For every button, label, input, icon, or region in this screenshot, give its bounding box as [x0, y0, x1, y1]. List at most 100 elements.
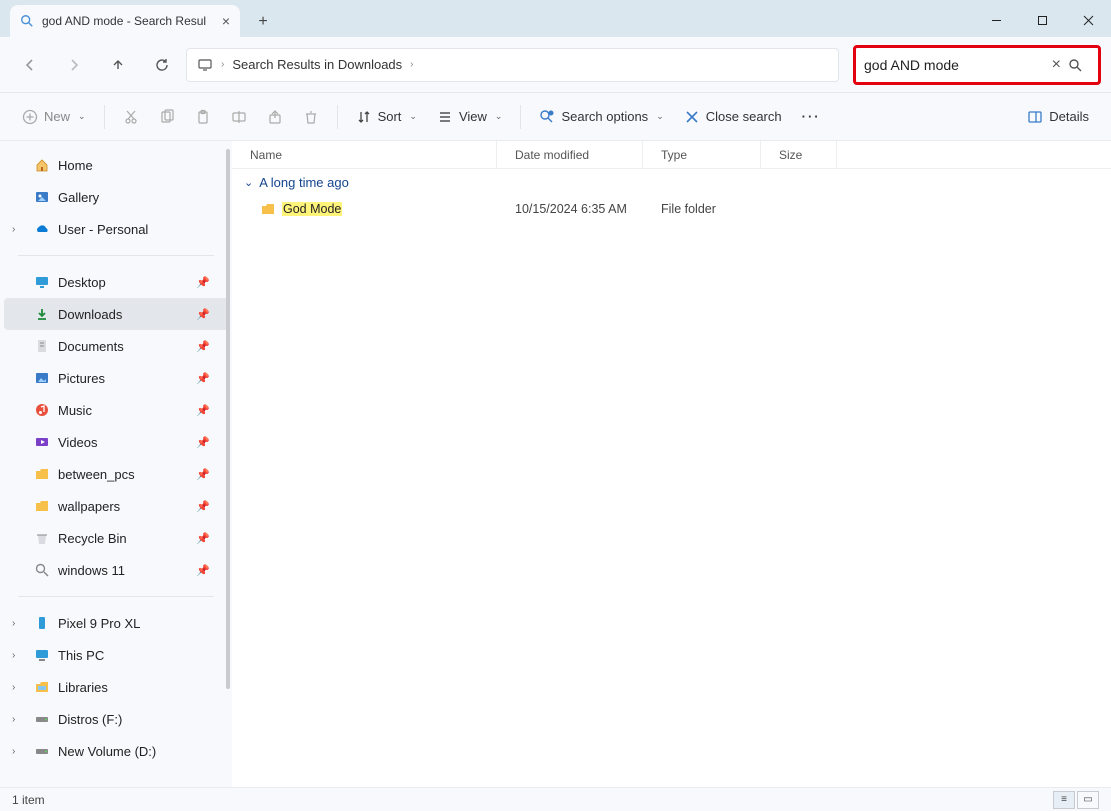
clear-search-icon[interactable]: ×: [1045, 56, 1068, 74]
details-view-button[interactable]: ≡: [1053, 791, 1075, 809]
close-window-button[interactable]: [1065, 3, 1111, 37]
copy-icon: [159, 109, 175, 125]
forward-button[interactable]: [54, 45, 94, 85]
sidebar-item-this-pc[interactable]: ›This PC: [4, 639, 228, 671]
chevron-right-icon[interactable]: ›: [12, 650, 15, 661]
cut-button[interactable]: [113, 103, 149, 131]
pin-icon[interactable]: 📌: [196, 404, 210, 417]
sidebar-item-user-personal[interactable]: ›User - Personal: [4, 213, 228, 245]
pin-icon[interactable]: 📌: [196, 468, 210, 481]
chevron-right-icon[interactable]: ›: [410, 59, 413, 70]
search-icon: [20, 14, 34, 28]
separator: [18, 596, 214, 597]
more-button[interactable]: ···: [792, 103, 831, 130]
result-row[interactable]: God Mode10/15/2024 6:35 AMFile folder: [232, 196, 1111, 222]
pin-icon[interactable]: 📌: [196, 532, 210, 545]
sidebar-item-gallery[interactable]: Gallery: [4, 181, 228, 213]
sort-label: Sort: [378, 109, 402, 124]
rename-button[interactable]: [221, 103, 257, 131]
sidebar-item-new-volume-d-[interactable]: › New Volume (D:): [4, 735, 228, 767]
sidebar-item-recycle-bin[interactable]: Recycle Bin 📌: [4, 522, 228, 554]
up-button[interactable]: [98, 45, 138, 85]
sidebar-item-documents[interactable]: Documents📌: [4, 330, 228, 362]
search-box[interactable]: ×: [853, 45, 1101, 85]
search-icon[interactable]: [1068, 58, 1091, 72]
paste-icon: [195, 109, 211, 125]
maximize-button[interactable]: [1019, 3, 1065, 37]
pin-icon[interactable]: 📌: [196, 372, 210, 385]
sidebar-item-label: Pixel 9 Pro XL: [58, 616, 140, 631]
paste-button[interactable]: [185, 103, 221, 131]
chevron-right-icon[interactable]: ›: [12, 224, 15, 235]
main: HomeGallery›User - PersonalDesktop📌Downl…: [0, 141, 1111, 787]
sidebar-item-home[interactable]: Home: [4, 149, 228, 181]
close-search-button[interactable]: Close search: [674, 103, 792, 131]
sort-button[interactable]: Sort⌄: [346, 103, 427, 131]
sidebar-item-libraries[interactable]: ›Libraries: [4, 671, 228, 703]
sidebar-item-label: Home: [58, 158, 93, 173]
sidebar-item-between-pcs[interactable]: between_pcs📌: [4, 458, 228, 490]
copy-button[interactable]: [149, 103, 185, 131]
view-button[interactable]: View⌄: [427, 103, 513, 131]
folder-icon: [34, 498, 50, 514]
group-header[interactable]: ⌄ A long time ago: [232, 169, 1111, 196]
sidebar-item-downloads[interactable]: Downloads 📌: [4, 298, 228, 330]
chevron-right-icon[interactable]: ›: [221, 59, 224, 70]
search-options-button[interactable]: Search options⌄: [529, 103, 673, 131]
sidebar-item-videos[interactable]: Videos📌: [4, 426, 228, 458]
col-date[interactable]: Date modified: [497, 141, 643, 168]
details-pane-icon: [1027, 109, 1043, 125]
new-tab-button[interactable]: +: [248, 7, 278, 37]
pin-icon[interactable]: 📌: [196, 436, 210, 449]
col-name[interactable]: Name: [232, 141, 497, 168]
browser-tab[interactable]: god AND mode - Search Resul ×: [10, 5, 240, 37]
phone-icon: [34, 615, 50, 631]
separator: [104, 105, 105, 129]
desktop-icon: [34, 274, 50, 290]
cut-icon: [123, 109, 139, 125]
share-button[interactable]: [257, 103, 293, 131]
pin-icon[interactable]: 📌: [196, 308, 210, 321]
sidebar-item-pixel-9-pro-xl[interactable]: › Pixel 9 Pro XL: [4, 607, 228, 639]
new-button[interactable]: New⌄: [12, 103, 96, 131]
sort-icon: [356, 109, 372, 125]
share-icon: [267, 109, 283, 125]
sidebar-item-music[interactable]: Music📌: [4, 394, 228, 426]
chevron-right-icon[interactable]: ›: [12, 746, 15, 757]
back-button[interactable]: [10, 45, 50, 85]
search-input[interactable]: [864, 57, 1045, 73]
drive-icon: [34, 743, 50, 759]
minimize-button[interactable]: [973, 3, 1019, 37]
sidebar-item-label: windows 11: [58, 563, 125, 578]
chevron-right-icon[interactable]: ›: [12, 714, 15, 725]
address-bar[interactable]: › Search Results in Downloads ›: [186, 48, 839, 82]
sidebar-item-distros-f-[interactable]: ›Distros (F:): [4, 703, 228, 735]
sidebar-item-desktop[interactable]: Desktop📌: [4, 266, 228, 298]
sidebar-item-pictures[interactable]: Pictures📌: [4, 362, 228, 394]
plus-circle-icon: [22, 109, 38, 125]
pin-icon[interactable]: 📌: [196, 276, 210, 289]
pin-icon[interactable]: 📌: [196, 500, 210, 513]
large-icons-view-button[interactable]: ▭: [1077, 791, 1099, 809]
address-path[interactable]: Search Results in Downloads: [232, 57, 402, 72]
close-tab-icon[interactable]: ×: [222, 13, 230, 29]
col-size[interactable]: Size: [761, 141, 837, 168]
pin-icon[interactable]: 📌: [196, 340, 210, 353]
col-type[interactable]: Type: [643, 141, 761, 168]
chevron-right-icon[interactable]: ›: [12, 682, 15, 693]
gallery-icon: [34, 189, 50, 205]
sidebar-item-wallpapers[interactable]: wallpapers📌: [4, 490, 228, 522]
chevron-down-icon: ⌄: [244, 176, 253, 189]
details-button[interactable]: Details: [1017, 103, 1099, 131]
refresh-button[interactable]: [142, 45, 182, 85]
chevron-right-icon[interactable]: ›: [12, 618, 15, 629]
sidebar-item-label: Downloads: [58, 307, 122, 322]
sidebar-item-windows-11[interactable]: windows 11 📌: [4, 554, 228, 586]
sidebar-item-label: New Volume (D:): [58, 744, 156, 759]
pin-icon[interactable]: 📌: [196, 564, 210, 577]
folder-icon: [260, 201, 276, 217]
delete-button[interactable]: [293, 103, 329, 131]
sidebar[interactable]: HomeGallery›User - PersonalDesktop📌Downl…: [0, 141, 232, 787]
pictures-icon: [34, 370, 50, 386]
sidebar-item-label: Recycle Bin: [58, 531, 127, 546]
